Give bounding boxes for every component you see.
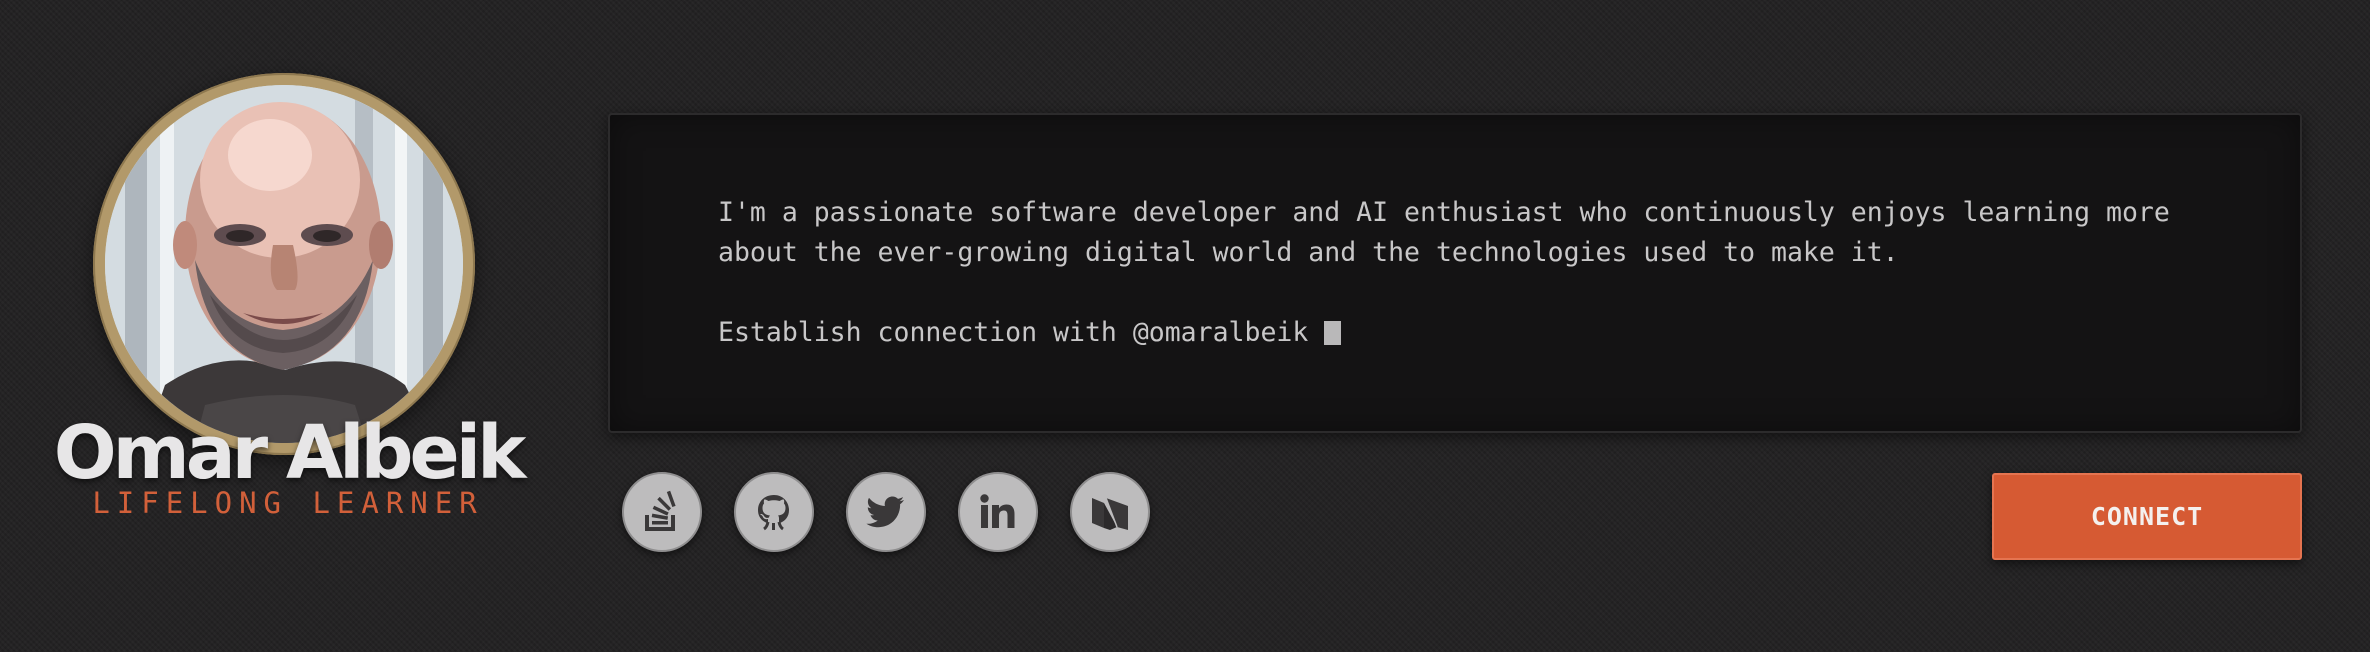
avatar-photo — [105, 85, 463, 443]
terminal-cursor — [1324, 321, 1342, 345]
avatar — [105, 85, 463, 443]
avatar-ring — [93, 73, 475, 455]
medium-icon — [1092, 497, 1128, 530]
terminal-bio: I'm a passionate software developer and … — [718, 197, 2170, 268]
terminal-prompt-line: Establish connection with @omaralbeik — [718, 313, 1342, 353]
terminal-prompt: Establish connection with @omaralbeik — [718, 317, 1309, 348]
profile-name: Omar Albeik — [53, 410, 527, 496]
social-stack-overflow-button[interactable] — [622, 472, 702, 552]
social-linkedin-button[interactable] — [958, 472, 1038, 552]
linkedin-icon — [980, 494, 1015, 528]
social-medium-button[interactable] — [1070, 472, 1150, 552]
stack-overflow-icon — [645, 490, 676, 531]
terminal-panel: I'm a passionate software developer and … — [608, 113, 2302, 433]
github-icon — [758, 495, 789, 531]
social-github-button[interactable] — [734, 472, 814, 552]
social-twitter-button[interactable] — [846, 472, 926, 552]
connect-button[interactable]: CONNECT — [1992, 473, 2302, 560]
profile-tagline: LIFELONG LEARNER — [92, 486, 484, 520]
social-links — [622, 472, 1150, 552]
profile-page: Omar Albeik LIFELONG LEARNER I'm a passi… — [0, 0, 2370, 652]
twitter-icon — [866, 496, 904, 528]
